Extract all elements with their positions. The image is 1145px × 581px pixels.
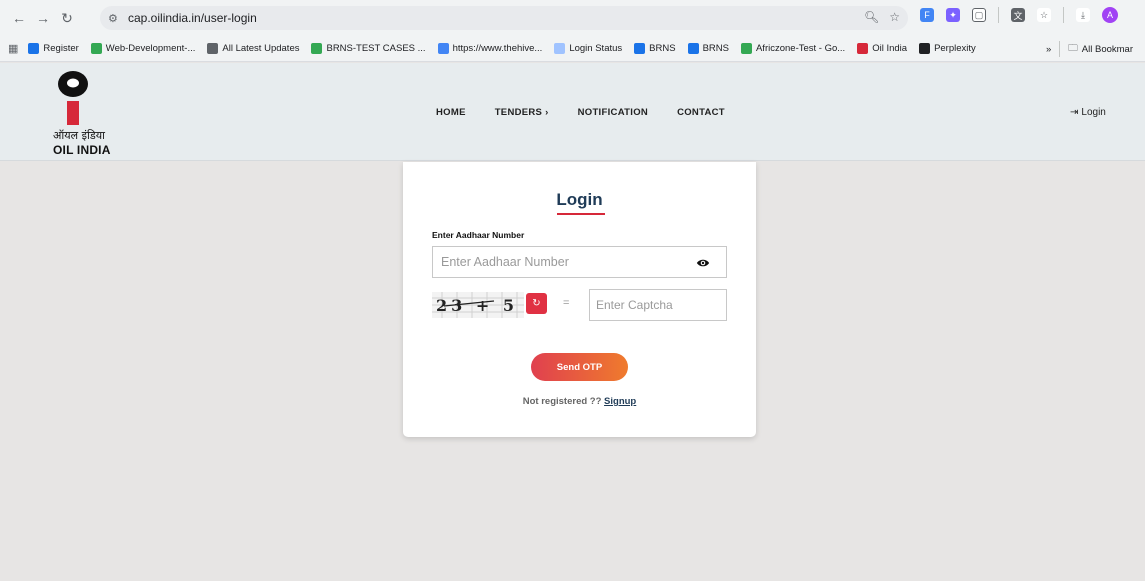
bookmark-favicon-icon — [437, 43, 449, 54]
site-header: ऑयल इंडिया OIL INDIA HOME TENDERS › NOTI… — [0, 63, 1145, 161]
url-text: cap.oilindia.in/user-login — [128, 11, 257, 25]
bookmark-label: Register — [43, 43, 79, 54]
equals-sign: = — [563, 297, 570, 309]
refresh-captcha-button[interactable]: ↻ — [526, 293, 547, 314]
not-registered-text: Not registered ?? — [522, 396, 602, 407]
sign-in-icon: ⇥ — [1070, 107, 1079, 118]
bookmark-label: Africzone-Test - Go... — [755, 43, 846, 54]
logo-hindi-text: ऑयल इंडिया — [53, 129, 105, 142]
bookmark-favicon-icon — [857, 43, 869, 54]
bookmark-label: BRNS — [702, 43, 729, 54]
zoom-icon[interactable]: 🔍︎ — [864, 10, 879, 24]
bookmark-list: Register Web-Development-... All Latest Up… — [28, 43, 987, 54]
bookmark-item[interactable]: Perplexity — [919, 43, 976, 54]
bookmark-label: All Latest Updates — [222, 43, 300, 54]
address-bar[interactable]: ⚙ cap.oilindia.in/user-login 🔍︎ ☆ — [100, 6, 908, 30]
bookmark-favicon-icon — [554, 43, 566, 54]
aadhaar-input[interactable] — [441, 255, 681, 269]
nav-tenders[interactable]: TENDERS › — [495, 107, 549, 118]
nav-home[interactable]: HOME — [436, 107, 466, 118]
divider — [1063, 7, 1064, 23]
captcha-field — [589, 289, 727, 321]
profile-avatar[interactable]: A — [1102, 7, 1118, 23]
bookmark-label: BRNS-TEST CASES ... — [326, 43, 426, 54]
bookmark-favicon-icon — [207, 43, 219, 54]
bookmark-favicon-icon — [634, 43, 646, 54]
extensions-puzzle-icon[interactable]: ▢ — [972, 8, 986, 22]
extension-icon[interactable]: ✦ — [946, 8, 960, 22]
aadhaar-field — [432, 246, 727, 278]
signup-link[interactable]: Signup — [604, 396, 636, 407]
bookmark-favicon-icon — [311, 43, 323, 54]
login-title: Login — [556, 190, 603, 209]
header-login-label: Login — [1081, 107, 1106, 118]
aadhaar-label: Enter Aadhaar Number — [432, 230, 525, 240]
logo-english-text: OIL INDIA — [53, 143, 111, 157]
bookmark-label: https://www.thehive... — [452, 43, 543, 54]
signup-prompt: Not registered ?? Signup — [403, 396, 756, 407]
nav-notification[interactable]: NOTIFICATION — [578, 107, 648, 118]
captcha-input[interactable] — [596, 298, 716, 312]
eye-icon[interactable] — [696, 256, 710, 270]
bookmark-item[interactable]: Login Status — [554, 43, 622, 54]
forward-icon[interactable]: → — [32, 7, 54, 29]
bookmark-label: BRNS — [649, 43, 676, 54]
favorites-icon[interactable]: ☆ — [1037, 8, 1051, 22]
reload-icon[interactable]: ↻ — [56, 7, 78, 29]
login-card: Login Enter Aadhaar Number 23 + 5 ↻ = Se… — [403, 162, 756, 437]
divider — [1059, 41, 1061, 57]
back-icon[interactable]: ← — [8, 7, 30, 29]
bookmark-item[interactable]: https://www.thehive... — [437, 43, 543, 54]
site-info-icon[interactable]: ⚙ — [108, 12, 126, 25]
apps-grid-icon[interactable]: ▦ — [8, 42, 18, 55]
browser-toolbar: ← → ↻ ⚙ cap.oilindia.in/user-login 🔍︎ ☆ … — [0, 0, 1145, 36]
bookmark-favicon-icon — [919, 43, 931, 54]
bookmark-item[interactable]: Web-Development-... — [90, 43, 196, 54]
download-icon[interactable]: ⤓ — [1076, 8, 1090, 22]
bookmark-item[interactable]: BRNS — [634, 43, 676, 54]
refresh-icon: ↻ — [532, 298, 541, 309]
send-otp-button[interactable]: Send OTP — [531, 353, 628, 381]
captcha-image: 23 + 5 — [432, 292, 524, 318]
title-underline — [557, 213, 605, 215]
bookmark-item[interactable]: Africzone-Test - Go... — [740, 43, 846, 54]
all-bookmarks-folder[interactable]: 🗀 All Bookmar — [1068, 41, 1133, 57]
bookmark-favicon-icon — [28, 43, 40, 54]
bookmark-label: Oil India — [872, 43, 908, 54]
header-login-link[interactable]: ⇥ Login — [1070, 107, 1106, 118]
nav-contact[interactable]: CONTACT — [677, 107, 725, 118]
translate-icon[interactable]: 文 — [1011, 8, 1025, 22]
bookmark-label: Login Status — [569, 43, 623, 54]
bookmark-item[interactable]: BRNS — [687, 43, 729, 54]
bookmarks-bar: ▦ Register Web-Development-... All Latest … — [0, 36, 1145, 62]
all-bookmarks-label: All Bookmar — [1081, 43, 1133, 55]
browser-nav: ← → ↻ — [8, 7, 78, 29]
folder-icon: 🗀 — [1068, 43, 1078, 54]
bookmark-item[interactable]: All Latest Updates — [207, 43, 299, 54]
bookmark-label: Web-Development-... — [105, 43, 196, 54]
extension-icon[interactable]: F — [920, 8, 934, 22]
bookmark-favicon-icon — [740, 43, 752, 54]
bookmark-favicon-icon — [687, 43, 699, 54]
divider — [998, 7, 999, 23]
bookmark-favicon-icon — [90, 43, 102, 54]
bookmark-label: Perplexity — [934, 43, 976, 54]
bookmark-item[interactable]: BRNS-TEST CASES ... — [311, 43, 426, 54]
bookmark-item[interactable]: Register — [28, 43, 79, 54]
more-bookmarks-icon[interactable]: » — [1046, 44, 1051, 55]
main-nav: HOME TENDERS › NOTIFICATION CONTACT — [436, 107, 725, 118]
bookmark-item[interactable]: Oil India — [857, 43, 907, 54]
bookmark-star-icon[interactable]: ☆ — [889, 10, 900, 24]
